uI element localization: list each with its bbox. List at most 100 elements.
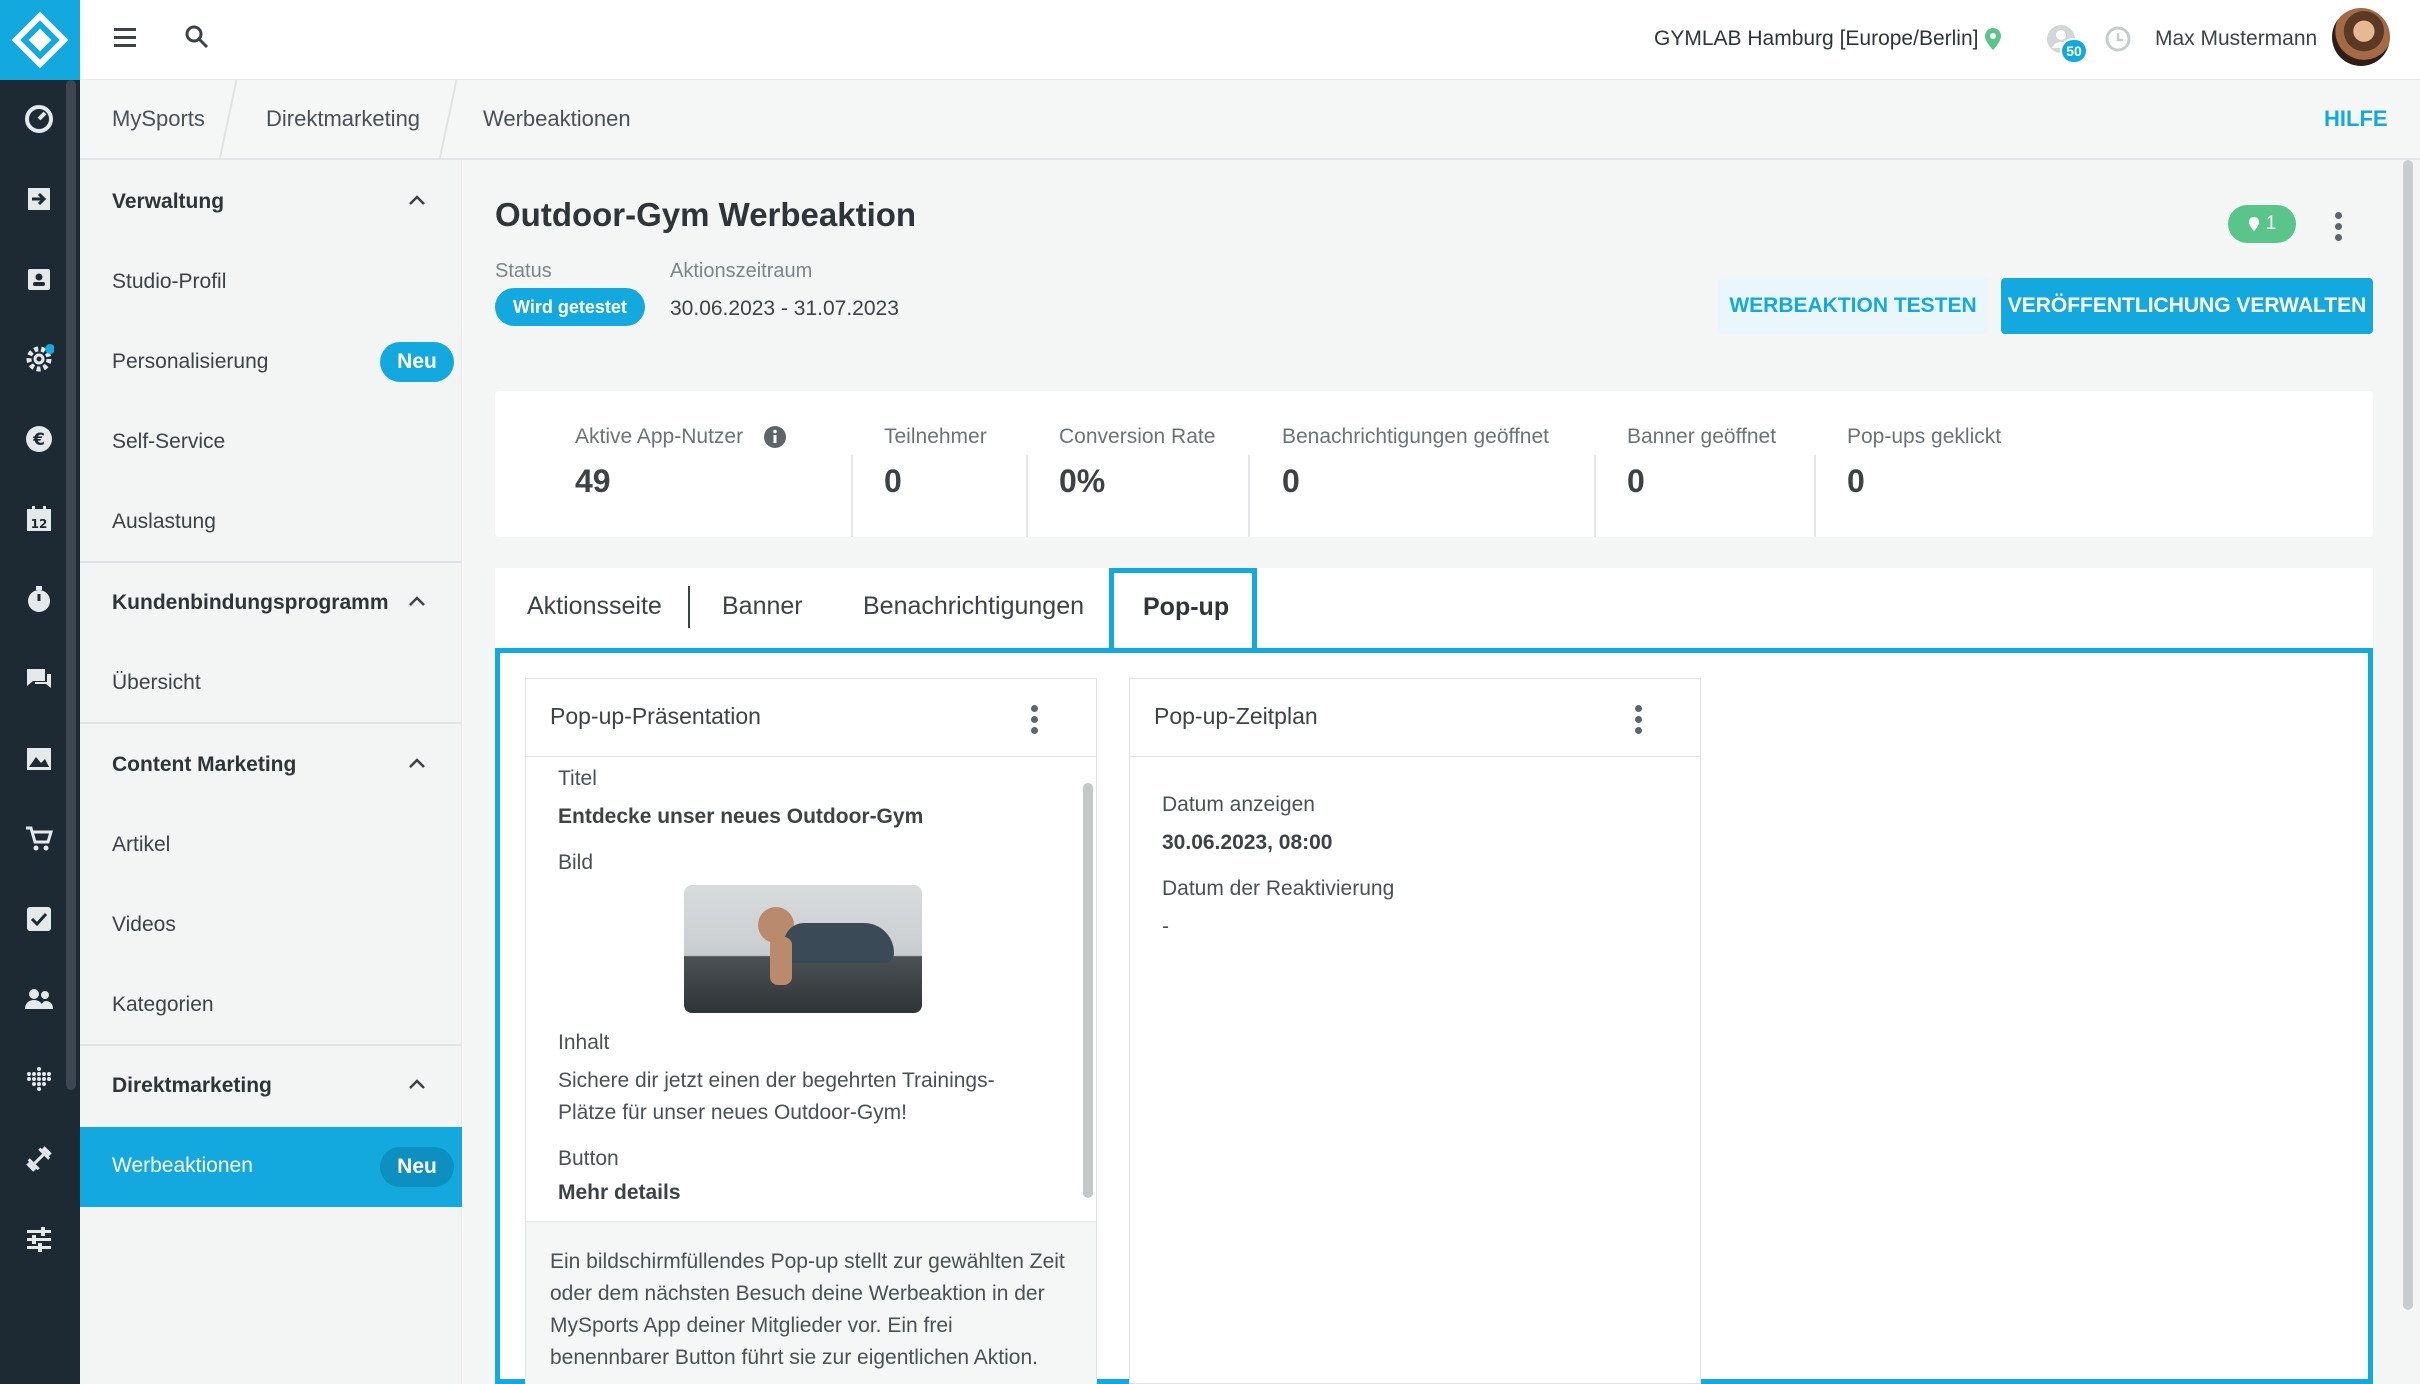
stat-label-aktive-app-nutzer: Aktive App-Nutzer xyxy=(575,425,744,448)
sidebar-item-auslastung[interactable]: Auslastung xyxy=(112,510,216,534)
sidebar: Verwaltung Studio-Profil Personalisierun… xyxy=(80,160,462,1384)
stat-divider xyxy=(1248,455,1250,537)
card-title: Pop-up-Zeitplan xyxy=(1154,703,1318,729)
breadcrumb-item-direktmarketing[interactable]: Direktmarketing xyxy=(266,106,420,132)
people-icon[interactable] xyxy=(19,979,59,1019)
location-count-badge[interactable]: 1 xyxy=(2228,205,2296,243)
settings-gear-icon[interactable] xyxy=(19,339,59,379)
sidebar-item-kategorien[interactable]: Kategorien xyxy=(112,993,214,1017)
breadcrumb-separator xyxy=(218,80,238,160)
info-icon[interactable] xyxy=(763,425,787,455)
stat-label-popups-geklickt: Pop-ups geklickt xyxy=(1847,425,2002,448)
dumbbell-icon[interactable] xyxy=(19,1139,59,1179)
status-label: Status xyxy=(495,260,552,282)
manage-publication-button[interactable]: VERÖFFENTLICHUNG VERWALTEN xyxy=(2001,278,2373,334)
sliders-icon[interactable] xyxy=(19,1219,59,1259)
chevron-up-icon[interactable] xyxy=(407,1074,427,1094)
tab-content-panel: Pop-up-Präsentation Titel Entdecke unser… xyxy=(495,648,2373,1384)
tab-banner[interactable]: Banner xyxy=(722,592,803,621)
contacts-icon[interactable] xyxy=(19,259,59,299)
card-header: Pop-up-Präsentation xyxy=(526,679,1096,757)
notification-count-badge: 50 xyxy=(2060,38,2088,64)
card-header: Pop-up-Zeitplan xyxy=(1130,679,1700,757)
breadcrumb-item-mysports[interactable]: MySports xyxy=(112,106,205,132)
status-badge: Wird getestet xyxy=(495,288,645,326)
sidebar-item-personalisierung[interactable]: Personalisierung xyxy=(112,350,268,374)
footer-text-line-4: benennbarer Button führt sie zur eigentl… xyxy=(550,1346,1038,1369)
sidebar-section-direktmarketing[interactable]: Direktmarketing xyxy=(112,1074,272,1098)
clock-icon[interactable] xyxy=(2104,25,2132,59)
footer-text-line-1: Ein bildschirmfüllendes Pop-up stellt zu… xyxy=(550,1250,1065,1273)
euro-icon[interactable]: € xyxy=(19,419,59,459)
page-title: Outdoor-Gym Werbeaktion xyxy=(495,196,917,233)
field-value-show-date: 30.06.2023, 08:00 xyxy=(1162,831,1333,854)
chevron-up-icon[interactable] xyxy=(407,591,427,611)
tab-benachrichtigungen[interactable]: Benachrichtigungen xyxy=(863,592,1084,621)
chevron-up-icon[interactable] xyxy=(407,753,427,773)
new-badge: Neu xyxy=(380,342,454,382)
chat-icon[interactable] xyxy=(19,659,59,699)
more-options-icon[interactable] xyxy=(1031,705,1039,735)
stat-divider xyxy=(1594,455,1596,537)
stat-value-aktive-app-nutzer: 49 xyxy=(575,463,611,499)
stat-label-banner-geoeffnet: Banner geöffnet xyxy=(1627,425,1777,448)
search-icon[interactable] xyxy=(184,24,210,56)
sidebar-item-videos[interactable]: Videos xyxy=(112,913,176,937)
location-selector[interactable]: GYMLAB Hamburg [Europe/Berlin] xyxy=(1654,27,1978,51)
stat-value-benachrichtigungen-geoeffnet: 0 xyxy=(1282,463,1300,499)
footer-text-line-2: oder dem nächsten Besuch deine Werbeakti… xyxy=(550,1282,1045,1305)
avatar[interactable] xyxy=(2332,8,2390,66)
cart-icon[interactable] xyxy=(19,819,59,859)
location-pin-icon xyxy=(2248,217,2259,231)
help-link[interactable]: HILFE xyxy=(2324,106,2388,132)
chevron-up-icon[interactable] xyxy=(407,190,427,210)
sidebar-section-verwaltung[interactable]: Verwaltung xyxy=(112,190,224,214)
sidebar-item-self-service[interactable]: Self-Service xyxy=(112,430,225,454)
sidebar-divider xyxy=(80,1044,462,1046)
more-options-icon[interactable] xyxy=(1635,705,1643,735)
popup-presentation-card: Pop-up-Präsentation Titel Entdecke unser… xyxy=(525,678,1097,1384)
new-badge: Neu xyxy=(380,1147,454,1187)
sidebar-section-content-marketing[interactable]: Content Marketing xyxy=(112,753,296,777)
footer-text-line-3: MySports App deiner Mitglieder vor. Ein … xyxy=(550,1314,953,1337)
card-footer: Ein bildschirmfüllendes Pop-up stellt zu… xyxy=(526,1221,1096,1384)
field-label-content: Inhalt xyxy=(558,1031,610,1054)
grid-dots-icon[interactable] xyxy=(19,1059,59,1099)
card-scrollbar[interactable] xyxy=(1083,783,1093,1198)
diamond-logo-icon[interactable] xyxy=(0,0,80,80)
tab-pop-up-active[interactable]: Pop-up xyxy=(1109,568,1257,650)
sidebar-divider xyxy=(80,722,462,724)
sidebar-item-werbeaktionen-active[interactable]: Werbeaktionen Neu xyxy=(80,1127,462,1207)
tab-divider xyxy=(688,586,690,628)
stopwatch-icon[interactable] xyxy=(19,579,59,619)
calendar-icon[interactable]: 12 xyxy=(19,499,59,539)
stat-value-conversion-rate: 0% xyxy=(1059,463,1106,499)
sidebar-item-uebersicht[interactable]: Übersicht xyxy=(112,671,201,695)
field-label-title: Titel xyxy=(558,767,597,790)
tab-label: Pop-up xyxy=(1143,593,1230,621)
stats-panel: Aktive App-Nutzer 49 Teilnehmer 0 Conver… xyxy=(495,391,2373,537)
location-count: 1 xyxy=(2265,213,2277,234)
check-in-icon[interactable] xyxy=(19,179,59,219)
calendar-day: 12 xyxy=(31,517,48,531)
breadcrumb-item-werbeaktionen: Werbeaktionen xyxy=(483,106,631,131)
tab-aktionsseite[interactable]: Aktionsseite xyxy=(527,592,662,621)
user-name[interactable]: Max Mustermann xyxy=(2155,27,2317,51)
field-value-reactivation-date: - xyxy=(1162,915,1169,938)
checkbox-icon[interactable] xyxy=(19,899,59,939)
svg-text:€: € xyxy=(32,430,45,450)
dashboard-icon[interactable] xyxy=(19,99,59,139)
user-notifications-icon[interactable]: 50 xyxy=(2046,24,2088,64)
rail-scrollbar[interactable] xyxy=(66,80,76,1090)
icon-rail: € 12 xyxy=(0,0,80,1384)
more-options-icon[interactable] xyxy=(2335,212,2343,242)
tab-bar: Aktionsseite Banner Benachrichtigungen P… xyxy=(495,568,2373,650)
sidebar-item-studio-profil[interactable]: Studio-Profil xyxy=(112,270,226,294)
stat-divider xyxy=(851,455,853,537)
test-campaign-button[interactable]: WERBEAKTION TESTEN xyxy=(1718,278,1988,334)
hamburger-menu-icon[interactable] xyxy=(114,28,136,50)
page-scrollbar[interactable] xyxy=(2403,160,2413,1310)
sidebar-section-kundenbindungsprogramm[interactable]: Kundenbindungsprogramm xyxy=(112,591,389,615)
image-icon[interactable] xyxy=(19,739,59,779)
sidebar-item-artikel[interactable]: Artikel xyxy=(112,833,170,857)
